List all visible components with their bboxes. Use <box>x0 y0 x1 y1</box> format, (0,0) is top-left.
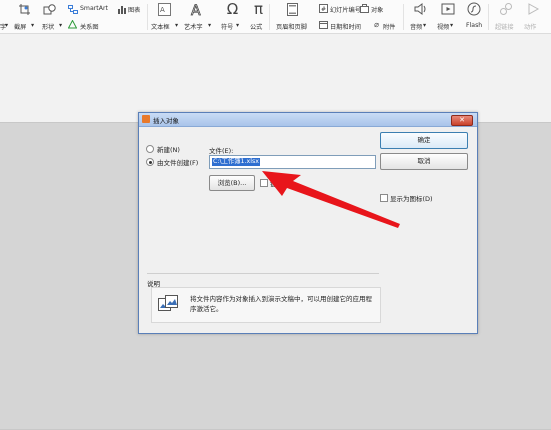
ok-button[interactable]: 确定 <box>380 132 468 149</box>
attachment-icon[interactable]: ⌀ <box>372 20 381 29</box>
display-as-icon-checkbox[interactable] <box>380 194 388 202</box>
crop-button[interactable]: 截屏 <box>14 22 26 31</box>
file-path-input[interactable]: C:\工作簿1.xlsx <box>209 155 376 169</box>
wordart-button[interactable]: 艺术字 <box>184 22 203 31</box>
svg-text:#: # <box>321 6 326 13</box>
video-button[interactable]: 视频 <box>437 22 449 31</box>
ribbon-toolbar: 字 ▾ 截屏 ▾ 形状 ▾ SmartArt 图表 关系图 A 文本框 ▾ A … <box>0 0 551 34</box>
audio-button[interactable]: 音频 <box>410 22 422 31</box>
svg-text:A: A <box>191 3 201 17</box>
dialog-title: 插入对象 <box>153 117 179 125</box>
symbol-icon[interactable]: Ω <box>225 0 240 18</box>
cancel-button[interactable]: 取消 <box>380 153 468 170</box>
radio-new[interactable] <box>146 145 154 153</box>
app-icon <box>142 115 150 123</box>
crop-icon[interactable] <box>18 3 30 15</box>
chart-icon[interactable] <box>117 5 126 14</box>
wordart-icon[interactable]: A <box>190 1 205 17</box>
close-button[interactable]: ✕ <box>451 115 473 126</box>
object-icon[interactable] <box>360 4 369 13</box>
hyperlink-button: 超链接 <box>495 24 514 31</box>
hyperlink-icon <box>499 2 513 16</box>
link-checkbox[interactable] <box>260 179 268 187</box>
browse-button[interactable]: 浏览(B)... <box>209 175 255 191</box>
slide-number-icon[interactable]: # <box>319 4 328 13</box>
shape-icon[interactable] <box>42 3 56 15</box>
flash-icon[interactable] <box>467 2 481 16</box>
relation-chart-icon[interactable] <box>68 20 77 29</box>
audio-icon[interactable] <box>413 2 427 16</box>
action-icon <box>526 2 540 16</box>
datetime-button[interactable]: 日期和时间 <box>330 22 361 31</box>
slide-number-button[interactable]: 幻灯片编号 <box>330 5 361 14</box>
header-footer-button[interactable]: 页眉和页脚 <box>276 22 307 31</box>
datetime-icon[interactable] <box>319 20 328 29</box>
display-as-icon-label[interactable]: 显示为图标(D) <box>390 193 433 203</box>
video-icon[interactable] <box>441 2 455 16</box>
smartart-icon[interactable] <box>68 5 78 14</box>
file-path-value: C:\工作簿1.xlsx <box>212 158 261 166</box>
smartart-button[interactable]: SmartArt <box>80 5 108 12</box>
flash-button[interactable]: Flash <box>466 22 482 29</box>
radio-from-file-label[interactable]: 由文件创建(F) <box>157 157 198 167</box>
description-text: 将文件内容作为对象插入到演示文稿中，可以用创建它的应用程序激活它。 <box>190 295 372 313</box>
header-footer-icon[interactable] <box>286 2 298 16</box>
description-box: 将文件内容作为对象插入到演示文稿中，可以用创建它的应用程序激活它。 <box>151 287 381 323</box>
embed-file-icon <box>158 295 178 312</box>
attachment-button[interactable]: 附件 <box>383 22 395 31</box>
shape-button[interactable]: 形状 <box>42 22 54 31</box>
description-group: 说明 将文件内容作为对象插入到演示文稿中，可以用创建它的应用程序激活它。 <box>147 273 381 324</box>
chart-button[interactable]: 图表 <box>128 5 140 14</box>
formula-button[interactable]: 公式 <box>250 22 262 31</box>
link-checkbox-label[interactable]: 链 <box>270 178 277 188</box>
insert-object-dialog: 插入对象 ✕ 新建(N) 由文件创建(F) 文件(E): C:\工作簿1.xls… <box>138 112 478 334</box>
dialog-titlebar[interactable]: 插入对象 ✕ <box>139 113 477 127</box>
textbox-icon[interactable]: A <box>158 2 171 16</box>
svg-text:A: A <box>160 6 165 14</box>
radio-from-file[interactable] <box>146 158 154 166</box>
symbol-button[interactable]: 符号 <box>221 22 233 31</box>
formula-icon[interactable]: π <box>251 0 266 18</box>
relation-chart-button[interactable]: 关系图 <box>80 22 99 31</box>
radio-new-label[interactable]: 新建(N) <box>157 144 180 154</box>
textbox-button[interactable]: 文本框 <box>151 22 170 31</box>
close-icon: ✕ <box>459 116 465 124</box>
action-button: 动作 <box>524 24 537 31</box>
object-button[interactable]: 对象 <box>371 5 383 14</box>
file-label: 文件(E): <box>209 147 234 155</box>
